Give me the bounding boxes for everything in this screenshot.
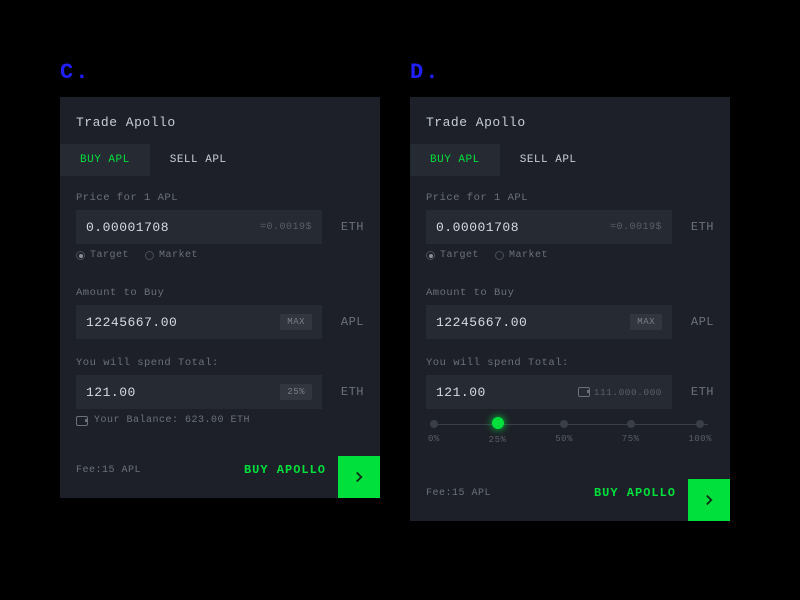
amount-unit: APL — [672, 315, 714, 329]
balance-text: Your Balance: 623.00 ETH — [94, 415, 250, 426]
price-unit: ETH — [672, 220, 714, 234]
pct-badge[interactable]: 25% — [280, 384, 312, 400]
price-value: 0.00001708 — [436, 220, 610, 235]
slider-stop-25[interactable]: 25% — [489, 419, 507, 445]
card-title: Trade Apollo — [76, 115, 364, 130]
percent-slider[interactable]: 0% 25% 50% 75% 100% — [426, 419, 714, 445]
wallet-icon — [578, 387, 590, 397]
amount-label: Amount to Buy — [76, 287, 364, 299]
amount-input[interactable]: 12245667.00 MAX — [76, 305, 322, 339]
tab-sell[interactable]: SELL APL — [150, 144, 247, 176]
max-button[interactable]: MAX — [630, 314, 662, 330]
total-value: 121.00 — [86, 385, 274, 400]
price-usd: =0.0019$ — [610, 222, 662, 233]
trade-card-d: Trade Apollo BUY APL SELL APL Price for … — [410, 97, 730, 521]
total-input[interactable]: 121.00 25% — [76, 375, 322, 409]
slider-stop-75[interactable]: 75% — [622, 420, 640, 444]
price-input[interactable]: 0.00001708 =0.0019$ — [426, 210, 672, 244]
variant-label-c: C. — [60, 60, 380, 85]
price-unit: ETH — [322, 220, 364, 234]
price-input[interactable]: 0.00001708 =0.0019$ — [76, 210, 322, 244]
total-unit: ETH — [672, 385, 714, 399]
fee-text: Fee:15 APL — [76, 465, 244, 476]
tab-buy[interactable]: BUY APL — [410, 144, 500, 176]
radio-dot-icon — [495, 251, 504, 260]
card-title: Trade Apollo — [426, 115, 714, 130]
radio-dot-icon — [76, 251, 85, 260]
price-usd: =0.0019$ — [260, 222, 312, 233]
total-value: 121.00 — [436, 385, 578, 400]
slider-stop-100[interactable]: 100% — [688, 420, 712, 444]
balance-row: Your Balance: 623.00 ETH — [76, 415, 364, 426]
amount-value: 12245667.00 — [86, 315, 274, 330]
radio-market[interactable]: Market — [145, 250, 198, 261]
buy-button[interactable] — [688, 479, 730, 521]
variant-label-d: D. — [410, 60, 730, 85]
trade-card-c: Trade Apollo BUY APL SELL APL Price for … — [60, 97, 380, 498]
radio-target[interactable]: Target — [76, 250, 129, 261]
tabs: BUY APL SELL APL — [410, 144, 730, 176]
chevron-right-icon — [350, 468, 368, 486]
price-label: Price for 1 APL — [426, 192, 714, 204]
inline-balance: 111.000.000 — [578, 387, 662, 398]
buy-action-label: BUY APOLLO — [594, 486, 676, 500]
radio-dot-icon — [145, 251, 154, 260]
slider-stop-0[interactable]: 0% — [428, 420, 440, 444]
tabs: BUY APL SELL APL — [60, 144, 380, 176]
chevron-right-icon — [700, 491, 718, 509]
wallet-icon — [76, 416, 88, 426]
total-unit: ETH — [322, 385, 364, 399]
amount-input[interactable]: 12245667.00 MAX — [426, 305, 672, 339]
radio-market[interactable]: Market — [495, 250, 548, 261]
total-label: You will spend Total: — [426, 357, 714, 369]
buy-button[interactable] — [338, 456, 380, 498]
radio-dot-icon — [426, 251, 435, 260]
radio-target[interactable]: Target — [426, 250, 479, 261]
slider-stop-50[interactable]: 50% — [555, 420, 573, 444]
amount-value: 12245667.00 — [436, 315, 624, 330]
price-label: Price for 1 APL — [76, 192, 364, 204]
amount-unit: APL — [322, 315, 364, 329]
price-value: 0.00001708 — [86, 220, 260, 235]
total-label: You will spend Total: — [76, 357, 364, 369]
max-button[interactable]: MAX — [280, 314, 312, 330]
tab-sell[interactable]: SELL APL — [500, 144, 597, 176]
tab-buy[interactable]: BUY APL — [60, 144, 150, 176]
buy-action-label: BUY APOLLO — [244, 463, 326, 477]
total-input[interactable]: 121.00 111.000.000 — [426, 375, 672, 409]
fee-text: Fee:15 APL — [426, 488, 594, 499]
amount-label: Amount to Buy — [426, 287, 714, 299]
